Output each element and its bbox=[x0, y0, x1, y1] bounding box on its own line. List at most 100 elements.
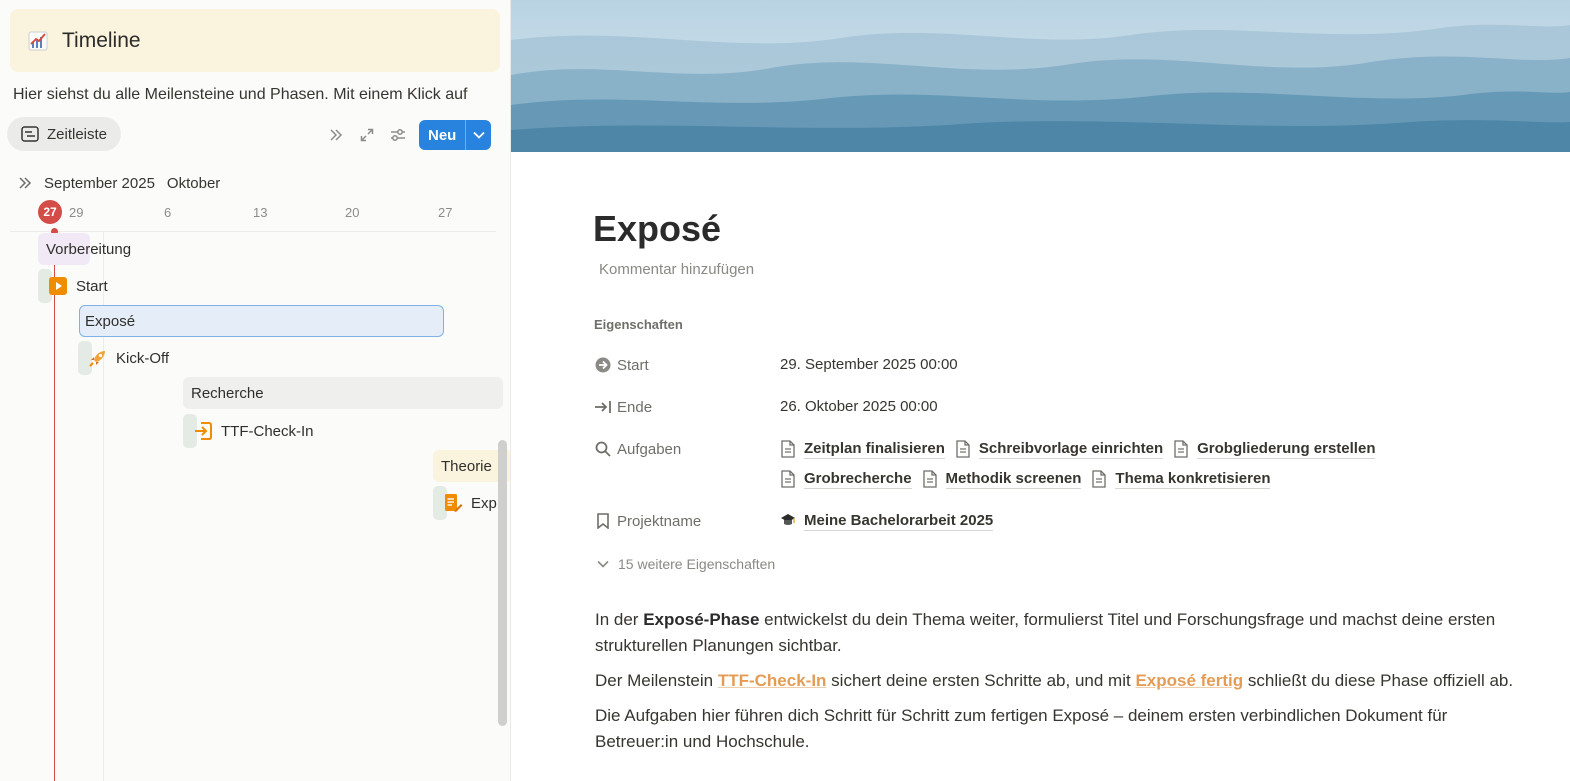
text-run: schließt du diese Phase offiziell ab. bbox=[1243, 671, 1514, 690]
page-icon bbox=[781, 470, 795, 488]
relation-item-label: Grobrecherche bbox=[804, 470, 912, 489]
view-settings-button[interactable] bbox=[388, 125, 408, 145]
page-peek-pane: Exposé Kommentar hinzufügen Eigenschafte… bbox=[511, 0, 1570, 781]
property-start-value[interactable]: 29. September 2025 00:00 bbox=[780, 354, 958, 376]
day-label: 29 bbox=[69, 205, 84, 220]
new-options-dropdown[interactable] bbox=[466, 131, 491, 139]
item-label: Kick-Off bbox=[116, 349, 170, 367]
new-button-label: Neu bbox=[428, 126, 457, 144]
timeline-view-icon bbox=[21, 126, 39, 142]
relation-item[interactable]: Grobgliederung erstellen bbox=[1173, 438, 1376, 460]
month-next: Oktober bbox=[166, 174, 221, 192]
property-aufgaben[interactable]: Aufgaben Zeitplan finalisieren Schreibvo… bbox=[594, 438, 1520, 490]
double-chevron-right-icon[interactable] bbox=[18, 176, 32, 190]
month-header: September 2025 Oktober bbox=[18, 173, 220, 193]
page-icon bbox=[956, 440, 970, 458]
property-key: Projektname bbox=[594, 510, 780, 532]
page-icon bbox=[781, 440, 795, 458]
item-label: Theorie bbox=[441, 457, 492, 475]
body-paragraph-1: In der Exposé-Phase entwickelst du dein … bbox=[595, 607, 1530, 659]
day-label: 6 bbox=[164, 205, 172, 220]
add-comment-button[interactable]: Kommentar hinzufügen bbox=[599, 261, 754, 278]
timeline-header-divider bbox=[10, 231, 496, 232]
timeline-item-expose[interactable]: Exposé bbox=[79, 305, 444, 337]
property-key-label: Aufgaben bbox=[617, 440, 682, 458]
tab-zeitleiste[interactable]: Zeitleiste bbox=[7, 117, 122, 151]
expand-arrows-icon bbox=[360, 128, 374, 142]
relation-item[interactable]: Meine Bachelorarbeit 2025 bbox=[780, 510, 994, 532]
timeline-item-recherche[interactable]: Recherche bbox=[183, 377, 503, 409]
aufgaben-relation-list: Zeitplan finalisieren Schreibvorlage ein… bbox=[780, 438, 1520, 490]
timeline-item-start[interactable]: Start bbox=[38, 269, 108, 303]
more-properties-toggle[interactable]: 15 weitere Eigenschaften bbox=[596, 556, 775, 572]
body-paragraph-2: Der Meilenstein TTF-Check-In sichert dei… bbox=[595, 668, 1530, 694]
item-label: Vorbereitung bbox=[46, 240, 132, 258]
page-icon bbox=[1092, 470, 1107, 488]
projekt-relation: Meine Bachelorarbeit 2025 bbox=[780, 510, 1520, 532]
property-start[interactable]: Start 29. September 2025 00:00 bbox=[594, 354, 958, 376]
item-label: TTF-Check-In bbox=[221, 422, 314, 440]
chevron-down-icon bbox=[472, 131, 485, 139]
property-key: Ende bbox=[594, 396, 780, 418]
timeline-pane: Timeline Hier siehst du alle Meilenstein… bbox=[0, 0, 511, 781]
relation-item[interactable]: Grobrecherche bbox=[780, 468, 912, 490]
collapse-sidebar-button[interactable] bbox=[326, 125, 346, 145]
double-chevron-right-icon bbox=[330, 129, 343, 141]
tab-zeitleiste-label: Zeitleiste bbox=[47, 125, 108, 143]
graduation-cap-icon bbox=[781, 514, 795, 525]
property-key-label: Ende bbox=[617, 398, 653, 416]
timeline-item-vorbereitung[interactable]: Vorbereitung bbox=[38, 233, 131, 265]
new-button[interactable]: Neu bbox=[419, 120, 491, 150]
timeline-intro: Hier siehst du alle Meilensteine und Pha… bbox=[13, 86, 468, 103]
timeline-item-kickoff[interactable]: Kick-Off bbox=[78, 341, 169, 375]
relation-item-label: Thema konkretisieren bbox=[1115, 470, 1271, 489]
sliders-icon bbox=[391, 129, 405, 141]
relation-item[interactable]: Zeitplan finalisieren bbox=[780, 438, 945, 460]
arrow-to-line-icon bbox=[594, 398, 612, 416]
property-ende-value[interactable]: 26. Oktober 2025 00:00 bbox=[780, 396, 938, 418]
expose-fertig-link[interactable]: Exposé fertig bbox=[1135, 671, 1243, 690]
relation-item[interactable]: Schreibvorlage einrichten bbox=[955, 438, 1164, 460]
text-run: sichert deine ersten Schritte ab, und mi… bbox=[826, 671, 1136, 690]
timeline-scrollbar[interactable] bbox=[498, 440, 507, 726]
day-label: 13 bbox=[253, 205, 268, 220]
property-key-label: Projektname bbox=[617, 512, 702, 530]
timeline-item-expose-fertig[interactable]: Exp bbox=[433, 486, 497, 520]
item-label: Exposé bbox=[85, 312, 136, 330]
text-run: In der bbox=[595, 610, 644, 629]
timeline-callout: Timeline bbox=[10, 9, 500, 72]
more-properties-label: 15 weitere Eigenschaften bbox=[618, 556, 776, 572]
item-label: Recherche bbox=[191, 384, 264, 402]
day-label: 27 bbox=[438, 205, 453, 220]
enter-arrow-icon bbox=[193, 421, 213, 441]
property-key: Start bbox=[594, 354, 780, 376]
page-title[interactable]: Exposé bbox=[593, 208, 721, 250]
callout-title: Timeline bbox=[62, 28, 141, 52]
ttf-check-in-link[interactable]: TTF-Check-In bbox=[718, 671, 827, 690]
today-marker: 27 bbox=[38, 200, 62, 224]
relation-item-label: Methodik screenen bbox=[945, 470, 1082, 489]
day-label: 20 bbox=[345, 205, 360, 220]
item-label: Exp bbox=[471, 494, 497, 512]
play-button-icon bbox=[48, 276, 68, 296]
cover-image bbox=[511, 0, 1570, 152]
expand-view-button[interactable] bbox=[357, 125, 377, 145]
chart-increasing-icon bbox=[28, 31, 48, 50]
relation-item[interactable]: Thema konkretisieren bbox=[1091, 468, 1271, 490]
page-icon bbox=[1174, 440, 1188, 458]
relation-item[interactable]: Methodik screenen bbox=[922, 468, 1082, 490]
relation-item-label: Grobgliederung erstellen bbox=[1197, 440, 1376, 459]
property-key-label: Start bbox=[617, 356, 649, 374]
property-key: Aufgaben bbox=[594, 438, 780, 460]
month-current: September 2025 bbox=[44, 174, 155, 192]
body-paragraph-3: Die Aufgaben hier führen dich Schritt fü… bbox=[595, 706, 1448, 751]
property-projektname[interactable]: Projektname Meine Bachelorarbeit 2025 bbox=[594, 510, 1520, 532]
page-icon bbox=[922, 470, 937, 488]
property-ende[interactable]: Ende 26. Oktober 2025 00:00 bbox=[594, 396, 938, 418]
text-bold: Exposé-Phase bbox=[643, 610, 760, 629]
chevron-down-icon bbox=[597, 560, 609, 568]
timeline-item-ttf-check-in[interactable]: TTF-Check-In bbox=[183, 414, 314, 448]
properties-heading: Eigenschaften bbox=[594, 317, 683, 332]
document-edit-icon bbox=[443, 493, 463, 513]
today-line bbox=[54, 231, 55, 781]
